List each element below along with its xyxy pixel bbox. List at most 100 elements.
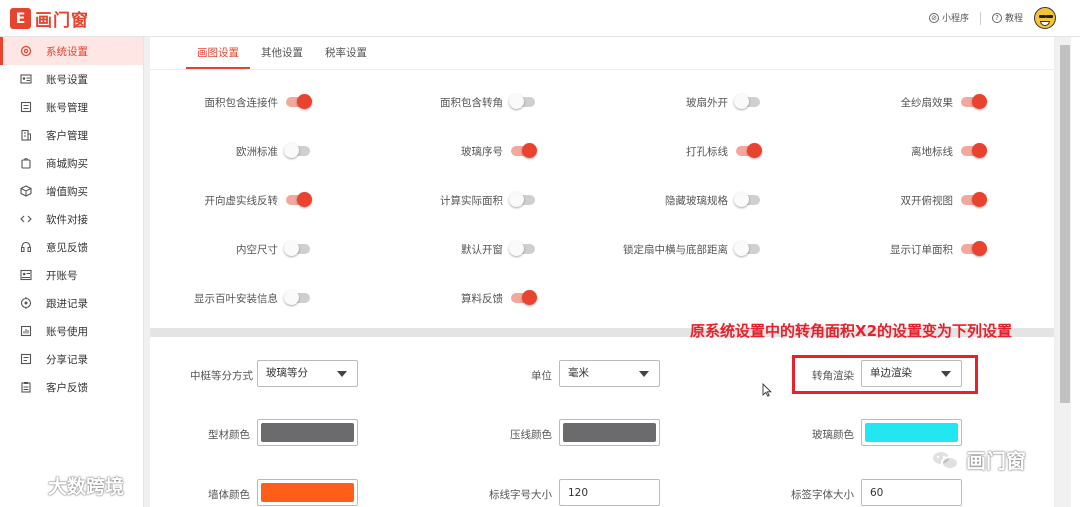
watermark-right-text: 画门窗 [966, 449, 1026, 473]
toggle-switch[interactable] [734, 241, 760, 256]
sidebar-item-12[interactable]: 客户反馈 [0, 373, 143, 401]
bag-icon [20, 157, 32, 169]
sidebar-item-0[interactable]: 系统设置 [0, 37, 143, 65]
switch-setting: 显示百叶安装信息 [138, 288, 310, 308]
clipboard-icon [20, 381, 32, 393]
switch-label: 双开俯视图 [900, 194, 954, 207]
sidebar-item-2[interactable]: 账号管理 [0, 93, 143, 121]
switch-label: 锁定扇中横与底部距离 [623, 243, 728, 256]
tab-1[interactable]: 其他设置 [250, 37, 314, 69]
toggle-switch[interactable] [734, 192, 760, 207]
toggle-switch[interactable] [286, 192, 312, 207]
glass-color-picker[interactable] [861, 419, 962, 446]
scrollbar-thumb[interactable] [1060, 45, 1070, 403]
switch-setting: 打孔标线 [588, 141, 762, 161]
mini-program-label: 小程序 [942, 14, 970, 24]
toggle-switch[interactable] [509, 241, 535, 256]
mouse-cursor-icon [762, 383, 772, 397]
mullion-label: 中梃等分方式 [190, 370, 253, 382]
main-content: 画图设置 其他设置 税率设置 面积包含连接件 面积包含转角 玻扇外开 全纱扇效果 欧洲标准玻… [150, 37, 1054, 507]
switch-setting: 隐藏玻璃规格 [588, 190, 760, 210]
toggle-switch[interactable] [736, 143, 762, 158]
dim-font-input[interactable] [559, 479, 660, 506]
headset-icon [20, 241, 32, 253]
watermark-left: 大数跨境 [8, 472, 124, 499]
profile-color-picker[interactable] [257, 419, 358, 446]
chevron-down-icon [337, 371, 347, 377]
glass-color-swatch [865, 423, 958, 442]
bead-color-picker[interactable] [559, 419, 660, 446]
sidebar-item-label: 跟进记录 [46, 297, 88, 310]
dim-font-label: 标线字号大小 [489, 489, 552, 501]
tab-0[interactable]: 画图设置 [186, 37, 250, 69]
toggle-switch[interactable] [284, 143, 310, 158]
mini-program-link[interactable]: ⊘ 小程序 [929, 11, 969, 24]
wall-color-swatch [261, 483, 354, 502]
sidebar-item-label: 系统设置 [46, 45, 88, 58]
switch-label: 面积包含连接件 [204, 96, 279, 109]
toggle-knob [284, 290, 299, 305]
sidebar-item-10[interactable]: 账号使用 [0, 317, 143, 345]
toggle-switch[interactable] [734, 94, 760, 109]
compass-icon: ⊘ [929, 12, 939, 23]
profile-color-swatch [261, 423, 354, 442]
avatar-eye-left [1039, 15, 1046, 18]
switch-label: 显示百叶安装信息 [194, 292, 278, 305]
switch-label: 默认开窗 [461, 243, 503, 256]
sidebar: 系统设置账号设置 账号管理 客户管理商城购买增值购买 软件对接 意见反馈 开账号跟进记录账… [0, 37, 144, 507]
toggle-switch[interactable] [284, 290, 310, 305]
toggle-switch[interactable] [511, 143, 537, 158]
cube-icon [20, 185, 32, 197]
switch-label: 面积包含转角 [440, 96, 503, 109]
sidebar-item-8[interactable]: 开账号 [0, 261, 143, 289]
toggle-knob [297, 94, 312, 109]
toggle-knob [972, 94, 987, 109]
switch-setting: 默认开窗 [363, 239, 535, 259]
toggle-switch[interactable] [509, 94, 535, 109]
toggle-switch[interactable] [961, 192, 987, 207]
avatar[interactable] [1034, 7, 1056, 29]
toggle-switch[interactable] [961, 241, 987, 256]
sidebar-item-7[interactable]: 意见反馈 [0, 233, 143, 261]
toggle-switch[interactable] [961, 143, 987, 158]
tab-2[interactable]: 税率设置 [314, 37, 378, 69]
tutorial-link[interactable]: ? 教程 [992, 11, 1023, 24]
watermark-logo-icon [10, 476, 38, 496]
sidebar-item-5[interactable]: 增值购买 [0, 177, 143, 205]
mullion-value: 玻璃等分 [266, 367, 308, 379]
toggle-switch[interactable] [286, 94, 312, 109]
sidebar-item-4[interactable]: 商城购买 [0, 149, 143, 177]
wall-color-picker[interactable] [257, 479, 358, 506]
toggle-knob [734, 192, 749, 207]
toggle-knob [734, 94, 749, 109]
profile-color-label: 型材颜色 [208, 429, 250, 441]
switch-label: 欧洲标准 [236, 145, 278, 158]
toggle-knob [522, 290, 537, 305]
app-logo[interactable]: E 画门窗 [10, 8, 89, 31]
switch-label: 离地标线 [911, 145, 953, 158]
sidebar-item-label: 客户反馈 [46, 381, 88, 394]
sidebar-item-1[interactable]: 账号设置 [0, 65, 143, 93]
header-divider [980, 12, 981, 25]
sidebar-item-11[interactable]: 分享记录 [0, 345, 143, 373]
toggle-switch[interactable] [511, 290, 537, 305]
sidebar-item-9[interactable]: 跟进记录 [0, 289, 143, 317]
switch-setting: 双开俯视图 [813, 190, 987, 210]
toggle-switch[interactable] [284, 241, 310, 256]
sidebar-item-3[interactable]: 客户管理 [0, 121, 143, 149]
bead-color-swatch [563, 423, 656, 442]
switch-setting: 面积包含转角 [363, 92, 535, 112]
unit-select[interactable]: 毫米 [559, 360, 660, 387]
sidebar-item-6[interactable]: 软件对接 [0, 205, 143, 233]
toggle-knob [284, 143, 299, 158]
sidebar-item-label: 商城购买 [46, 157, 88, 170]
switch-label: 全纱扇效果 [900, 96, 954, 109]
switch-row: 内空尺寸 默认开窗 锁定扇中横与底部距离 显示订单面积 [150, 239, 1054, 259]
toggle-switch[interactable] [961, 94, 987, 109]
id-badge-icon [20, 269, 32, 281]
unit-label: 单位 [531, 370, 552, 382]
tag-font-input[interactable] [861, 479, 962, 506]
mullion-select[interactable]: 玻璃等分 [257, 360, 358, 387]
toggle-switch[interactable] [509, 192, 535, 207]
chevron-down-icon [639, 371, 649, 377]
